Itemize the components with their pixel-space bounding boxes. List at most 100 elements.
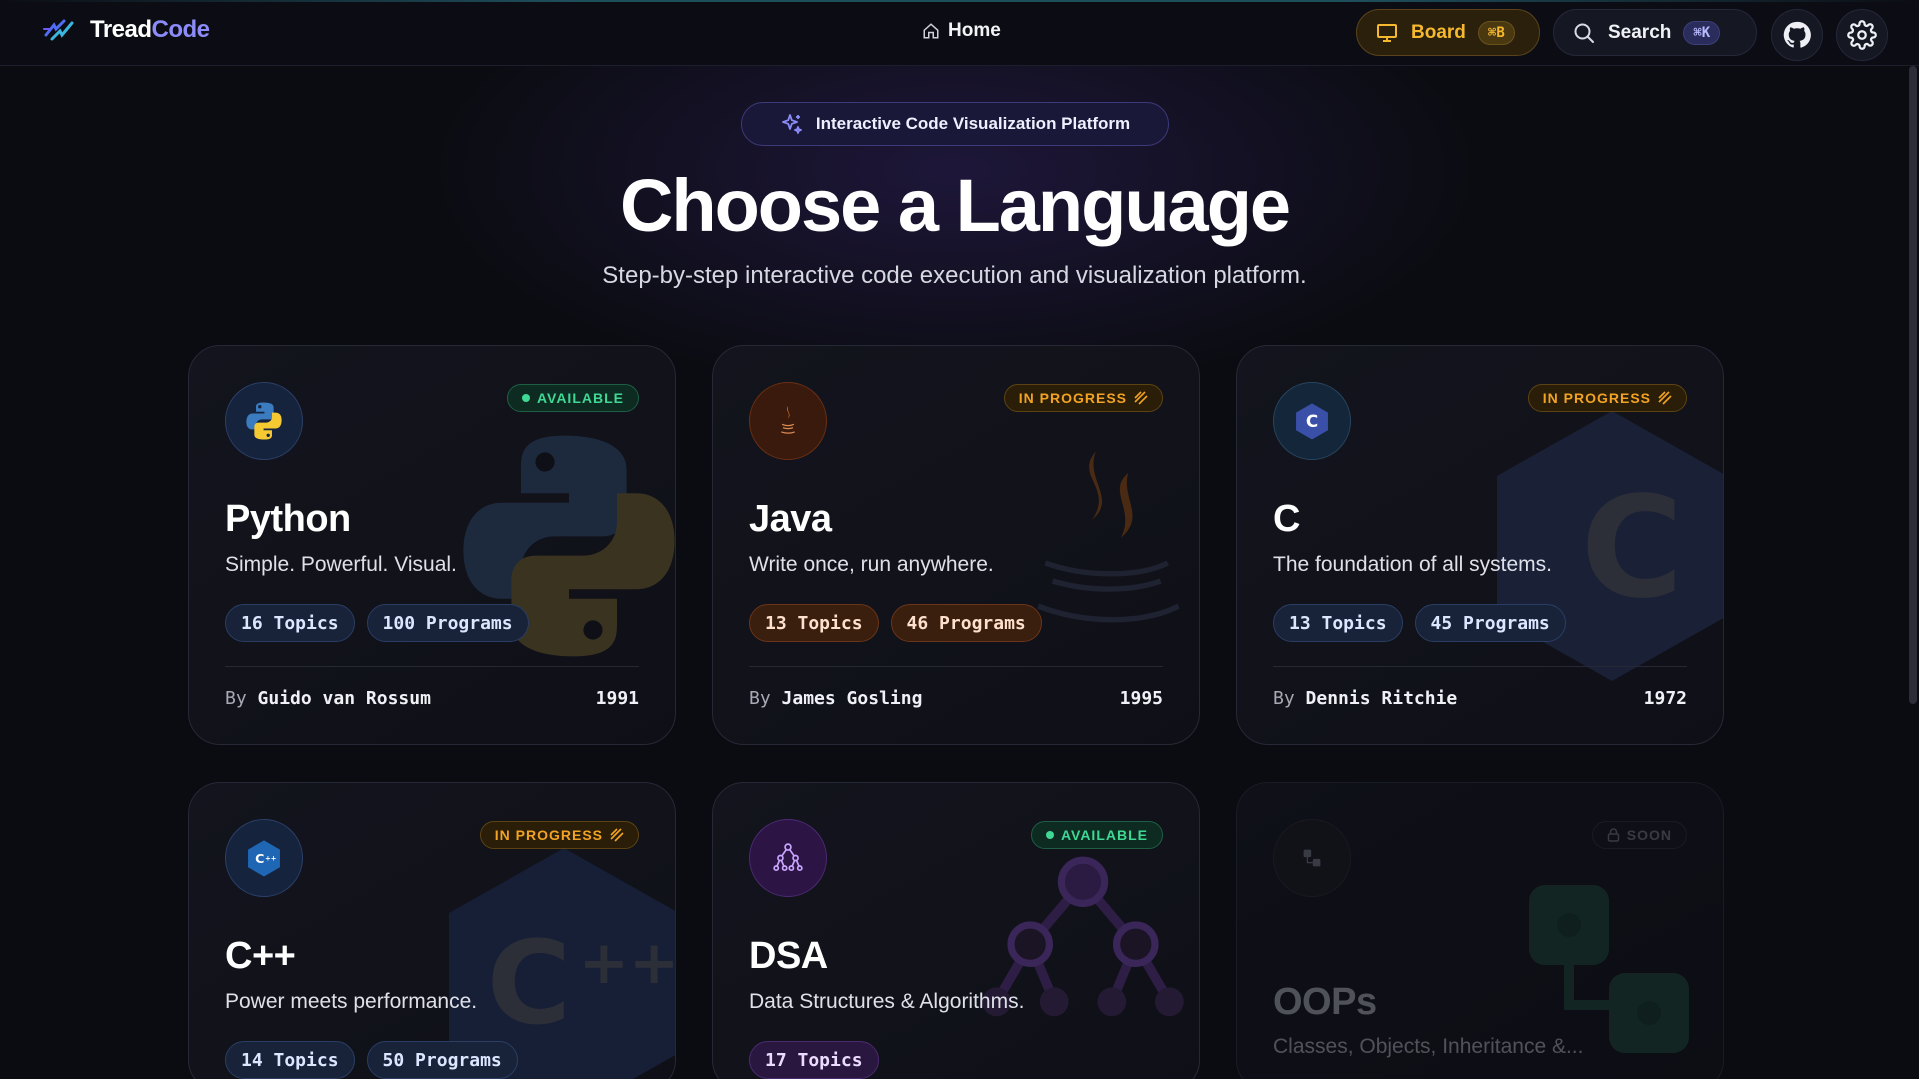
status-badge: IN PROGRESS (1527, 384, 1687, 412)
language-tagline: Classes, Objects, Inheritance &... (1273, 1035, 1584, 1058)
language-tagline: Power meets performance. (225, 990, 478, 1013)
oops-logo-badge (1273, 819, 1351, 897)
programs-chip: 100 Programs (366, 604, 529, 642)
search-label: Search (1608, 21, 1672, 43)
svg-text:++: ++ (265, 855, 276, 863)
github-button[interactable] (1771, 9, 1823, 61)
c-icon: C (1296, 403, 1328, 440)
page-scrollbar[interactable] (1909, 66, 1917, 704)
gear-icon (1847, 20, 1877, 50)
top-accent-line (0, 0, 1919, 2)
status-badge: AVAILABLE (1030, 821, 1163, 849)
release-year: 1995 (1119, 688, 1163, 709)
topics-chip: 14 Topics (225, 1041, 355, 1079)
github-icon (1783, 21, 1811, 48)
hero-badge: Interactive Code Visualization Platform (741, 102, 1169, 146)
board-button[interactable]: Board ⌘B (1356, 9, 1540, 56)
language-name: OOPs (1273, 981, 1377, 1023)
status-label: IN PROGRESS (494, 827, 603, 843)
home-icon (923, 23, 939, 39)
status-dot (1045, 831, 1054, 839)
language-card-dsa[interactable]: AVAILABLE DSA Data Structures & Algorith… (712, 782, 1200, 1079)
brand-name: TreadCode (90, 16, 210, 44)
topics-chip: 13 Topics (1273, 604, 1403, 642)
svg-text:C: C (487, 917, 571, 1051)
programs-chip: 45 Programs (1414, 604, 1566, 642)
svg-text:C: C (255, 851, 264, 866)
home-link[interactable]: Home (922, 20, 1001, 42)
card-divider (749, 666, 1163, 667)
java-logo-badge (749, 382, 827, 460)
python-logo-badge (225, 382, 303, 460)
c-logo-badge: C (1273, 382, 1351, 460)
settings-button[interactable] (1836, 9, 1888, 61)
status-label: AVAILABLE (536, 390, 624, 406)
svg-text:C: C (1306, 411, 1318, 431)
language-name: Java (749, 498, 832, 540)
top-navbar: TreadCode Home Board ⌘B Search ⌘K (0, 0, 1919, 66)
language-tagline: Simple. Powerful. Visual. (225, 553, 457, 576)
language-name: DSA (749, 935, 828, 977)
python-icon (246, 402, 282, 440)
board-shortcut-badge: ⌘B (1477, 20, 1515, 45)
language-card-java[interactable]: IN PROGRESS Java Write once, run anywher… (712, 345, 1200, 745)
dsa-logo-badge (749, 819, 827, 897)
programs-chip: 46 Programs (890, 604, 1042, 642)
language-tagline: Write once, run anywhere. (749, 553, 994, 576)
language-card-cpp[interactable]: C ++ C ++ IN PROGRESS C++ Power meets pe… (188, 782, 676, 1079)
status-badge: SOON (1591, 821, 1687, 849)
author-prefix: By (749, 688, 771, 709)
author-name: Dennis Ritchie (1305, 688, 1458, 709)
author-line: By Guido van Rossum (225, 688, 431, 709)
language-tagline: The foundation of all systems. (1273, 553, 1552, 576)
author-name: James Gosling (781, 688, 923, 709)
search-shortcut-badge: ⌘K (1683, 20, 1721, 45)
language-card-c[interactable]: C C IN PROGRESS C The foundation of all … (1236, 345, 1724, 745)
home-label: Home (948, 20, 1001, 41)
cpp-logo-badge: C ++ (225, 819, 303, 897)
brand-name-part-1: Tread (90, 16, 152, 43)
lock-icon (1607, 828, 1620, 842)
board-label: Board (1411, 21, 1466, 43)
author-name: Guido van Rossum (257, 688, 431, 709)
sparkles-icon (781, 114, 802, 134)
language-name: C++ (225, 935, 296, 977)
status-label: IN PROGRESS (1542, 390, 1651, 406)
topics-chip: 13 Topics (749, 604, 879, 642)
presentation-board-icon (1377, 23, 1397, 42)
topics-chip: 17 Topics (749, 1041, 879, 1079)
status-dot (521, 394, 530, 402)
brand[interactable]: TreadCode (42, 16, 210, 44)
programs-chip: 50 Programs (366, 1041, 518, 1079)
language-name: C (1273, 498, 1300, 540)
status-label: SOON (1626, 827, 1672, 843)
status-badge: AVAILABLE (506, 384, 639, 412)
language-card-python[interactable]: AVAILABLE Python Simple. Powerful. Visua… (188, 345, 676, 745)
oops-icon (1303, 849, 1321, 867)
status-badge: IN PROGRESS (1003, 384, 1163, 412)
author-line: By James Gosling (749, 688, 922, 709)
card-divider (1273, 666, 1687, 667)
tree-watermark-icon (982, 856, 1184, 1017)
status-label: AVAILABLE (1060, 827, 1148, 843)
release-year: 1972 (1643, 688, 1687, 709)
treadcode-logo-icon (43, 19, 74, 41)
construction-icon (1658, 391, 1672, 405)
topics-chip: 16 Topics (225, 604, 355, 642)
svg-text:++: ++ (579, 928, 676, 998)
page-title: Choose a Language (619, 164, 1291, 247)
author-prefix: By (225, 688, 247, 709)
svg-text:C: C (1581, 467, 1684, 630)
search-button[interactable]: Search ⌘K (1553, 9, 1757, 56)
construction-icon (1134, 391, 1148, 405)
cpp-icon: C ++ (248, 840, 280, 877)
c-watermark-icon: C (1497, 411, 1723, 681)
language-card-oops: SOON OOPs Classes, Objects, Inheritance … (1236, 782, 1724, 1079)
java-icon (781, 405, 795, 434)
card-divider (225, 666, 639, 667)
page-subtitle: Step-by-step interactive code execution … (602, 262, 1307, 289)
search-icon (1574, 23, 1594, 43)
tree-structure-icon (773, 843, 803, 872)
release-year: 1991 (595, 688, 639, 709)
status-label: IN PROGRESS (1018, 390, 1127, 406)
